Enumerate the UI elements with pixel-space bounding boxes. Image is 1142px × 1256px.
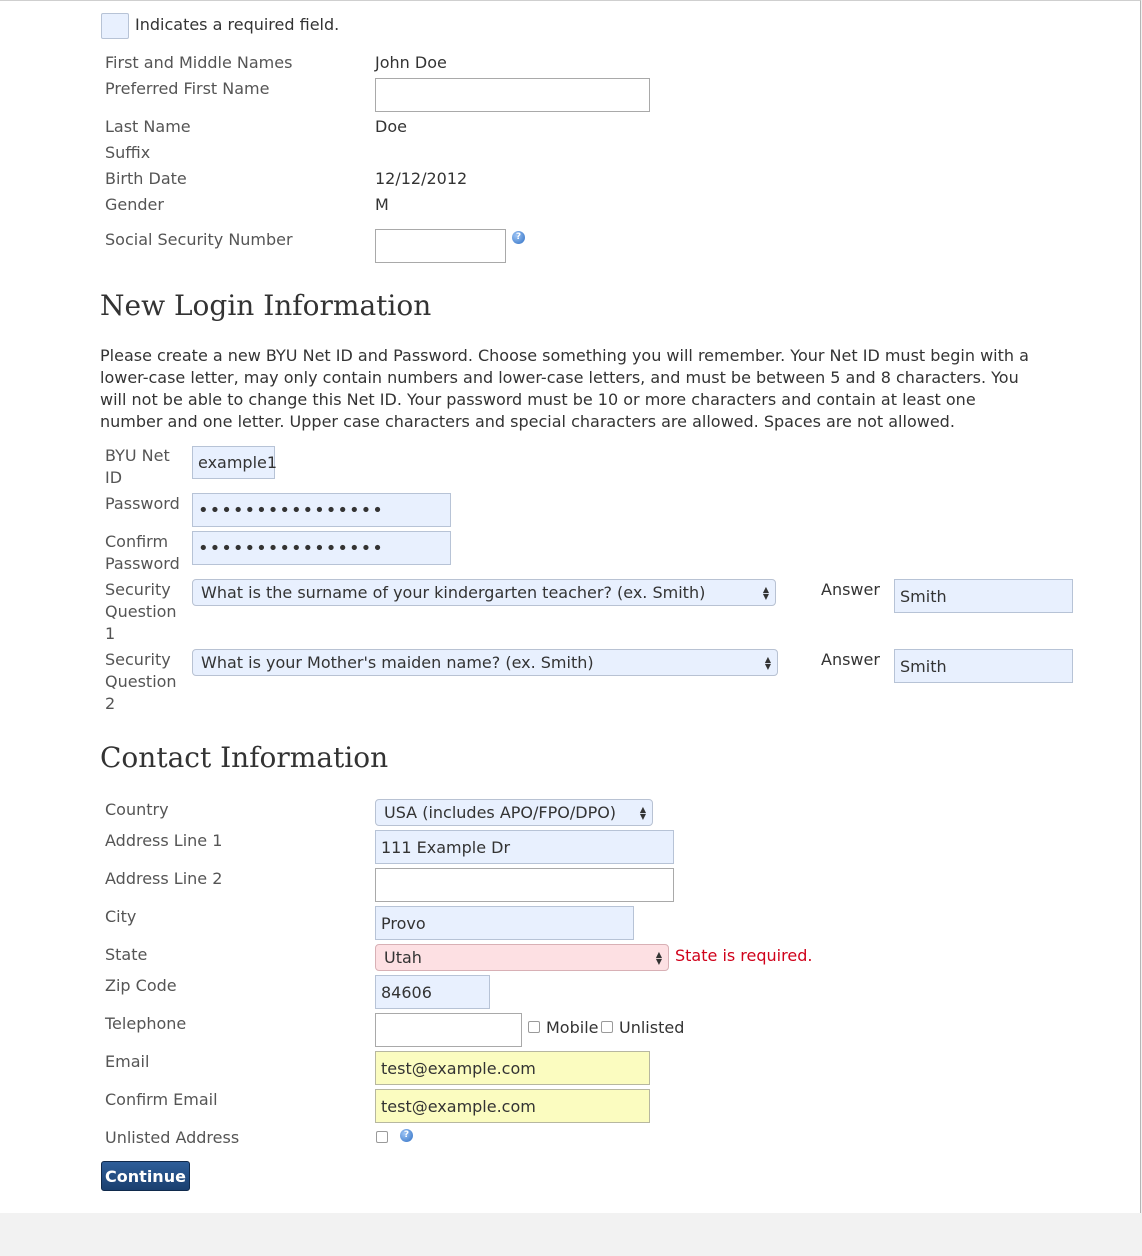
birth-date-label: Birth Date (105, 169, 187, 188)
password-label: Password (105, 494, 180, 513)
confirm-email-label: Confirm Email (105, 1090, 218, 1109)
first-middle-value: John Doe (375, 53, 447, 72)
security-q1-value: What is the surname of your kindergarten… (201, 583, 706, 602)
ssn-label: Social Security Number (105, 230, 293, 249)
country-value: USA (includes APO/FPO/DPO) (384, 803, 617, 822)
select-arrows-icon: ▲ ▼ (639, 804, 646, 821)
password-input[interactable]: •••••••••••••••• (192, 493, 451, 527)
answer2-input[interactable]: Smith (894, 649, 1073, 683)
confirm-password-label: Confirm Password (105, 532, 180, 573)
city-input[interactable]: Provo (375, 906, 634, 940)
address2-input[interactable] (375, 868, 674, 902)
email-label: Email (105, 1052, 150, 1071)
confirm-email-input[interactable]: test@example.com (375, 1089, 650, 1123)
gender-label: Gender (105, 195, 164, 214)
last-name-value: Doe (375, 117, 407, 136)
select-arrows-icon: ▲ ▼ (655, 949, 662, 966)
select-arrows-icon: ▲ ▼ (762, 584, 769, 601)
address1-input[interactable]: 111 Example Dr (375, 830, 674, 864)
mobile-checkbox[interactable] (528, 1021, 540, 1033)
netid-input[interactable]: example1 (192, 446, 277, 479)
address2-label: Address Line 2 (105, 869, 223, 888)
state-error-message: State is required. (675, 946, 813, 965)
required-legend: Indicates a required field. (135, 15, 340, 34)
telephone-label: Telephone (105, 1014, 187, 1033)
unlisted-address-label: Unlisted Address (105, 1128, 240, 1147)
unlisted-phone-checkbox[interactable] (601, 1021, 613, 1033)
email-input[interactable]: test@example.com (375, 1051, 650, 1085)
required-swatch (101, 13, 129, 39)
netid-label: BYU Net ID (105, 446, 170, 487)
telephone-input[interactable] (375, 1013, 522, 1047)
country-select[interactable]: USA (includes APO/FPO/DPO) ▲ ▼ (375, 799, 653, 826)
unlisted-phone-label: Unlisted (619, 1018, 685, 1037)
first-middle-label: First and Middle Names (105, 53, 293, 72)
country-label: Country (105, 800, 169, 819)
login-heading: New Login Information (100, 289, 432, 322)
city-label: City (105, 907, 137, 926)
zip-input[interactable]: 84606 (375, 975, 490, 1009)
state-label: State (105, 945, 148, 964)
answer1-label: Answer (821, 580, 880, 599)
gender-value: M (375, 195, 389, 214)
select-arrows-icon: ▲ ▼ (764, 654, 771, 671)
unlisted-address-help-icon[interactable]: ? (400, 1129, 413, 1142)
ssn-help-icon[interactable]: ? (512, 231, 525, 244)
last-name-label: Last Name (105, 117, 191, 136)
contact-heading: Contact Information (100, 741, 389, 774)
suffix-label: Suffix (105, 143, 151, 162)
zip-label: Zip Code (105, 976, 177, 995)
mobile-label: Mobile (546, 1018, 599, 1037)
unlisted-address-checkbox[interactable] (376, 1131, 388, 1143)
preferred-name-label: Preferred First Name (105, 79, 270, 98)
birth-date-value: 12/12/2012 (375, 169, 468, 188)
address1-label: Address Line 1 (105, 831, 223, 850)
security-q2-select[interactable]: What is your Mother's maiden name? (ex. … (192, 649, 778, 676)
security-q2-value: What is your Mother's maiden name? (ex. … (201, 653, 594, 672)
security-q2-label: Security Question 2 (105, 650, 177, 713)
state-value: Utah (384, 948, 422, 967)
preferred-name-input[interactable] (375, 78, 650, 112)
security-q1-select[interactable]: What is the surname of your kindergarten… (192, 579, 776, 606)
answer2-label: Answer (821, 650, 880, 669)
confirm-password-input[interactable]: •••••••••••••••• (192, 531, 451, 565)
login-instructions: Please create a new BYU Net ID and Passw… (100, 346, 1029, 431)
form-page: Indicates a required field. First and Mi… (0, 0, 1141, 1213)
security-q1-label: Security Question 1 (105, 580, 177, 643)
answer1-input[interactable]: Smith (894, 579, 1073, 613)
continue-button[interactable]: Continue (101, 1161, 190, 1191)
state-select[interactable]: Utah ▲ ▼ (375, 944, 669, 971)
ssn-input[interactable] (375, 229, 506, 263)
